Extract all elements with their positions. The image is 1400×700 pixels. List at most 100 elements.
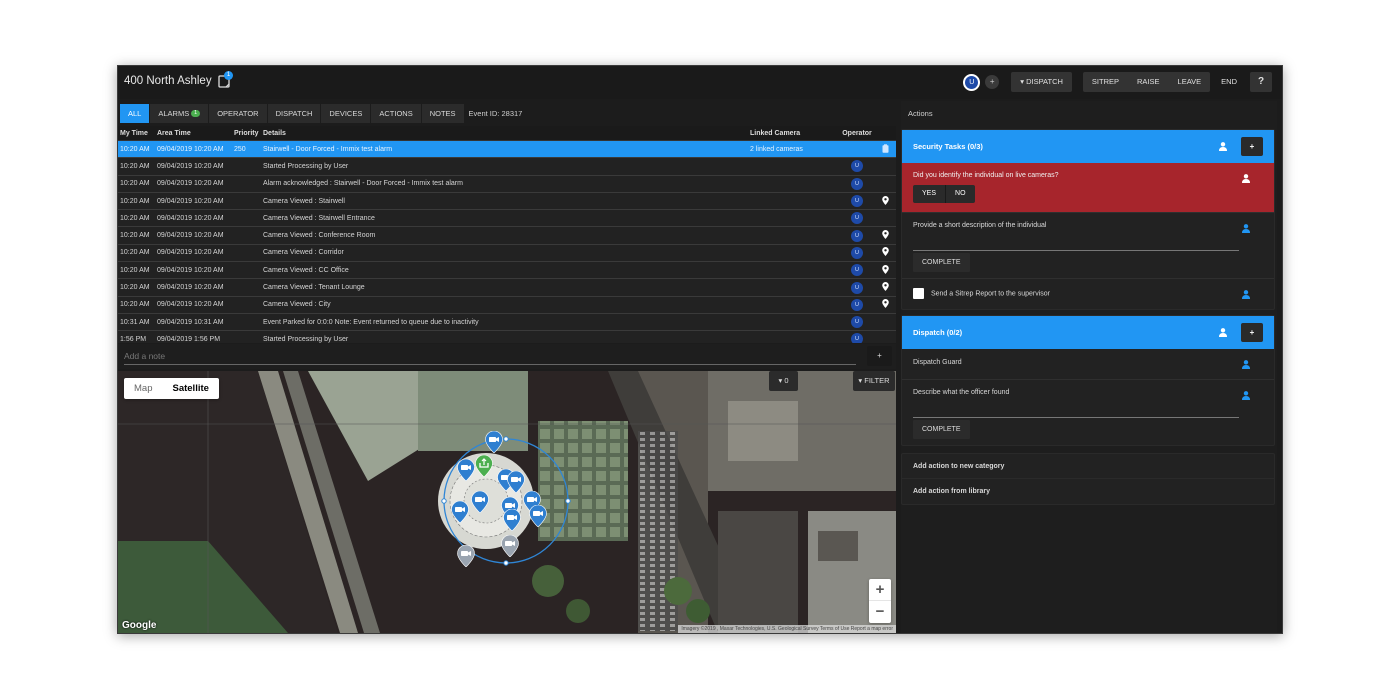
- operator-avatar[interactable]: U: [851, 281, 863, 294]
- operator-avatar[interactable]: U: [851, 264, 863, 277]
- add-note-button[interactable]: +: [867, 346, 892, 366]
- camera-marker-icon[interactable]: [471, 491, 489, 513]
- camera-marker-icon[interactable]: [451, 501, 469, 523]
- table-row[interactable]: 10:20 AM 09/04/2019 10:20 AM 250 Stairwell …: [118, 141, 896, 159]
- cell-details: Started Processing by User: [263, 335, 349, 343]
- operator-avatar[interactable]: U: [851, 195, 863, 208]
- camera-marker-icon[interactable]: [503, 509, 521, 531]
- help-button[interactable]: ?: [1250, 72, 1272, 92]
- assign-user-icon[interactable]: [1242, 174, 1250, 183]
- table-row[interactable]: 10:20 AM 09/04/2019 10:20 AM Camera Viewed…: [118, 227, 896, 245]
- table-row[interactable]: 10:20 AM 09/04/2019 10:20 AM Camera Viewed…: [118, 192, 896, 211]
- description-input[interactable]: [913, 243, 1239, 251]
- sitrep-checkbox[interactable]: [913, 288, 924, 299]
- assign-user-icon[interactable]: [1242, 290, 1250, 299]
- tab-alarms[interactable]: ALARMS 1: [150, 103, 209, 123]
- filter-dropdown[interactable]: ▾ FILTER: [853, 371, 895, 391]
- task-text: Describe what the officer found: [913, 389, 1010, 396]
- zoom-out-button[interactable]: −: [869, 601, 891, 623]
- operator-avatar[interactable]: U: [851, 316, 863, 329]
- camera-marker-icon[interactable]: [507, 471, 525, 493]
- officer-findings-input[interactable]: [913, 410, 1239, 418]
- camera-marker-icon[interactable]: [485, 431, 503, 453]
- map-pin-icon[interactable]: [882, 247, 896, 258]
- table-row[interactable]: 10:20 AM 09/04/2019 10:20 AM Camera Viewed…: [118, 296, 896, 314]
- table-row[interactable]: 10:20 AM 09/04/2019 10:20 AM Alarm acknowl…: [118, 175, 896, 193]
- table-row[interactable]: 10:20 AM 09/04/2019 10:20 AM Camera Viewed…: [118, 244, 896, 263]
- add-action-from-library[interactable]: Add action from library: [902, 479, 1274, 504]
- alarms-count-badge: 1: [191, 110, 201, 118]
- map-pin-icon[interactable]: [882, 195, 896, 207]
- col-area-time[interactable]: Area Time: [157, 130, 234, 137]
- tab-notes[interactable]: NOTES: [421, 103, 464, 123]
- col-linked-camera[interactable]: Linked Camera: [750, 130, 832, 137]
- assign-user-icon[interactable]: [1242, 360, 1250, 369]
- cell-linked-camera[interactable]: 2 linked cameras: [750, 146, 832, 153]
- map-type-satellite[interactable]: Satellite: [162, 378, 218, 399]
- complete-button[interactable]: COMPLETE: [913, 420, 970, 439]
- door-marker-icon[interactable]: [475, 455, 493, 477]
- add-task-button[interactable]: +: [1241, 137, 1263, 156]
- clipboard-icon[interactable]: [882, 143, 896, 155]
- map-pin-icon[interactable]: [882, 299, 896, 310]
- operator-avatar[interactable]: U: [851, 177, 863, 190]
- map-pin-icon[interactable]: [882, 282, 896, 293]
- complete-button[interactable]: COMPLETE: [913, 253, 970, 272]
- operator-avatar[interactable]: U: [851, 212, 863, 225]
- map-pin-icon[interactable]: [882, 230, 896, 241]
- col-details[interactable]: Details: [263, 130, 750, 137]
- cell-operator: U: [832, 298, 882, 311]
- user-avatar[interactable]: U: [963, 73, 981, 91]
- assign-user-icon[interactable]: [1219, 142, 1227, 151]
- add-note-input[interactable]: [124, 347, 856, 365]
- layer-count-dropdown[interactable]: ▾ 0: [769, 371, 798, 391]
- tab-devices[interactable]: DEVICES: [321, 103, 371, 123]
- map-pin-icon[interactable]: [882, 264, 896, 276]
- map-type-map[interactable]: Map: [124, 378, 162, 399]
- add-user-button[interactable]: +: [985, 75, 1000, 89]
- table-row[interactable]: 10:20 AM 09/04/2019 10:20 AM Camera Viewed…: [118, 279, 896, 297]
- tab-actions[interactable]: ACTIONS: [371, 103, 421, 123]
- table-row[interactable]: 10:31 AM 09/04/2019 10:31 AM Event Parked …: [118, 313, 896, 332]
- add-task-button[interactable]: +: [1241, 323, 1263, 342]
- table-row[interactable]: 10:20 AM 09/04/2019 10:20 AM Started Proce…: [118, 158, 896, 176]
- col-operator[interactable]: Operator: [832, 130, 882, 137]
- assign-user-icon[interactable]: [1219, 328, 1227, 337]
- col-my-time[interactable]: My Time: [118, 130, 157, 137]
- assign-user-icon[interactable]: [1242, 224, 1250, 233]
- operator-avatar[interactable]: U: [851, 333, 863, 343]
- col-priority[interactable]: Priority: [234, 130, 263, 137]
- operator-avatar[interactable]: U: [851, 298, 863, 311]
- table-row[interactable]: 10:20 AM 09/04/2019 10:20 AM Camera Viewed…: [118, 262, 896, 280]
- dispatch-dropdown-button[interactable]: ▾ DISPATCH: [1011, 72, 1072, 92]
- camera-marker-icon[interactable]: [457, 545, 475, 567]
- cell-area-time: 09/04/2019 10:20 AM: [157, 162, 224, 170]
- operator-avatar[interactable]: U: [851, 229, 863, 242]
- operator-avatar[interactable]: U: [851, 160, 863, 173]
- event-action-group: SITREP RAISE LEAVE: [1082, 72, 1211, 92]
- leave-button[interactable]: LEAVE: [1169, 72, 1211, 92]
- category-header[interactable]: Security Tasks (0/3) +: [902, 130, 1274, 163]
- camera-marker-icon[interactable]: [457, 459, 475, 481]
- no-button[interactable]: NO: [946, 185, 975, 203]
- yes-button[interactable]: YES: [913, 185, 947, 203]
- tab-dispatch[interactable]: DISPATCH: [267, 103, 321, 123]
- add-action-new-category[interactable]: Add action to new category: [902, 454, 1274, 479]
- assign-user-icon[interactable]: [1242, 391, 1250, 400]
- tab-operator[interactable]: OPERATOR: [209, 103, 267, 123]
- map-attribution[interactable]: Imagery ©2019 , Maxar Technologies, U.S.…: [678, 625, 896, 633]
- zoom-in-button[interactable]: +: [869, 579, 891, 601]
- category-header[interactable]: Dispatch (0/2) +: [902, 316, 1274, 349]
- camera-marker-icon[interactable]: [501, 535, 519, 557]
- camera-marker-icon[interactable]: [529, 505, 547, 527]
- actions-panel: Actions Security Tasks (0/3) + Did you i…: [901, 101, 1277, 633]
- raise-button[interactable]: RAISE: [1128, 72, 1169, 92]
- map-view[interactable]: Map Satellite ▾ 0 ▾ FILTER + − Google Im…: [118, 371, 896, 633]
- operator-avatar[interactable]: U: [851, 246, 863, 259]
- page-title: 400 North Ashley: [124, 75, 212, 87]
- table-row[interactable]: 10:20 AM 09/04/2019 10:20 AM Camera Viewed…: [118, 210, 896, 228]
- tab-all[interactable]: ALL: [120, 103, 150, 123]
- end-button[interactable]: END: [1212, 72, 1246, 92]
- table-row[interactable]: 1:56 PM 09/04/2019 1:56 PM Started Process…: [118, 331, 896, 343]
- sitrep-button[interactable]: SITREP: [1083, 72, 1128, 92]
